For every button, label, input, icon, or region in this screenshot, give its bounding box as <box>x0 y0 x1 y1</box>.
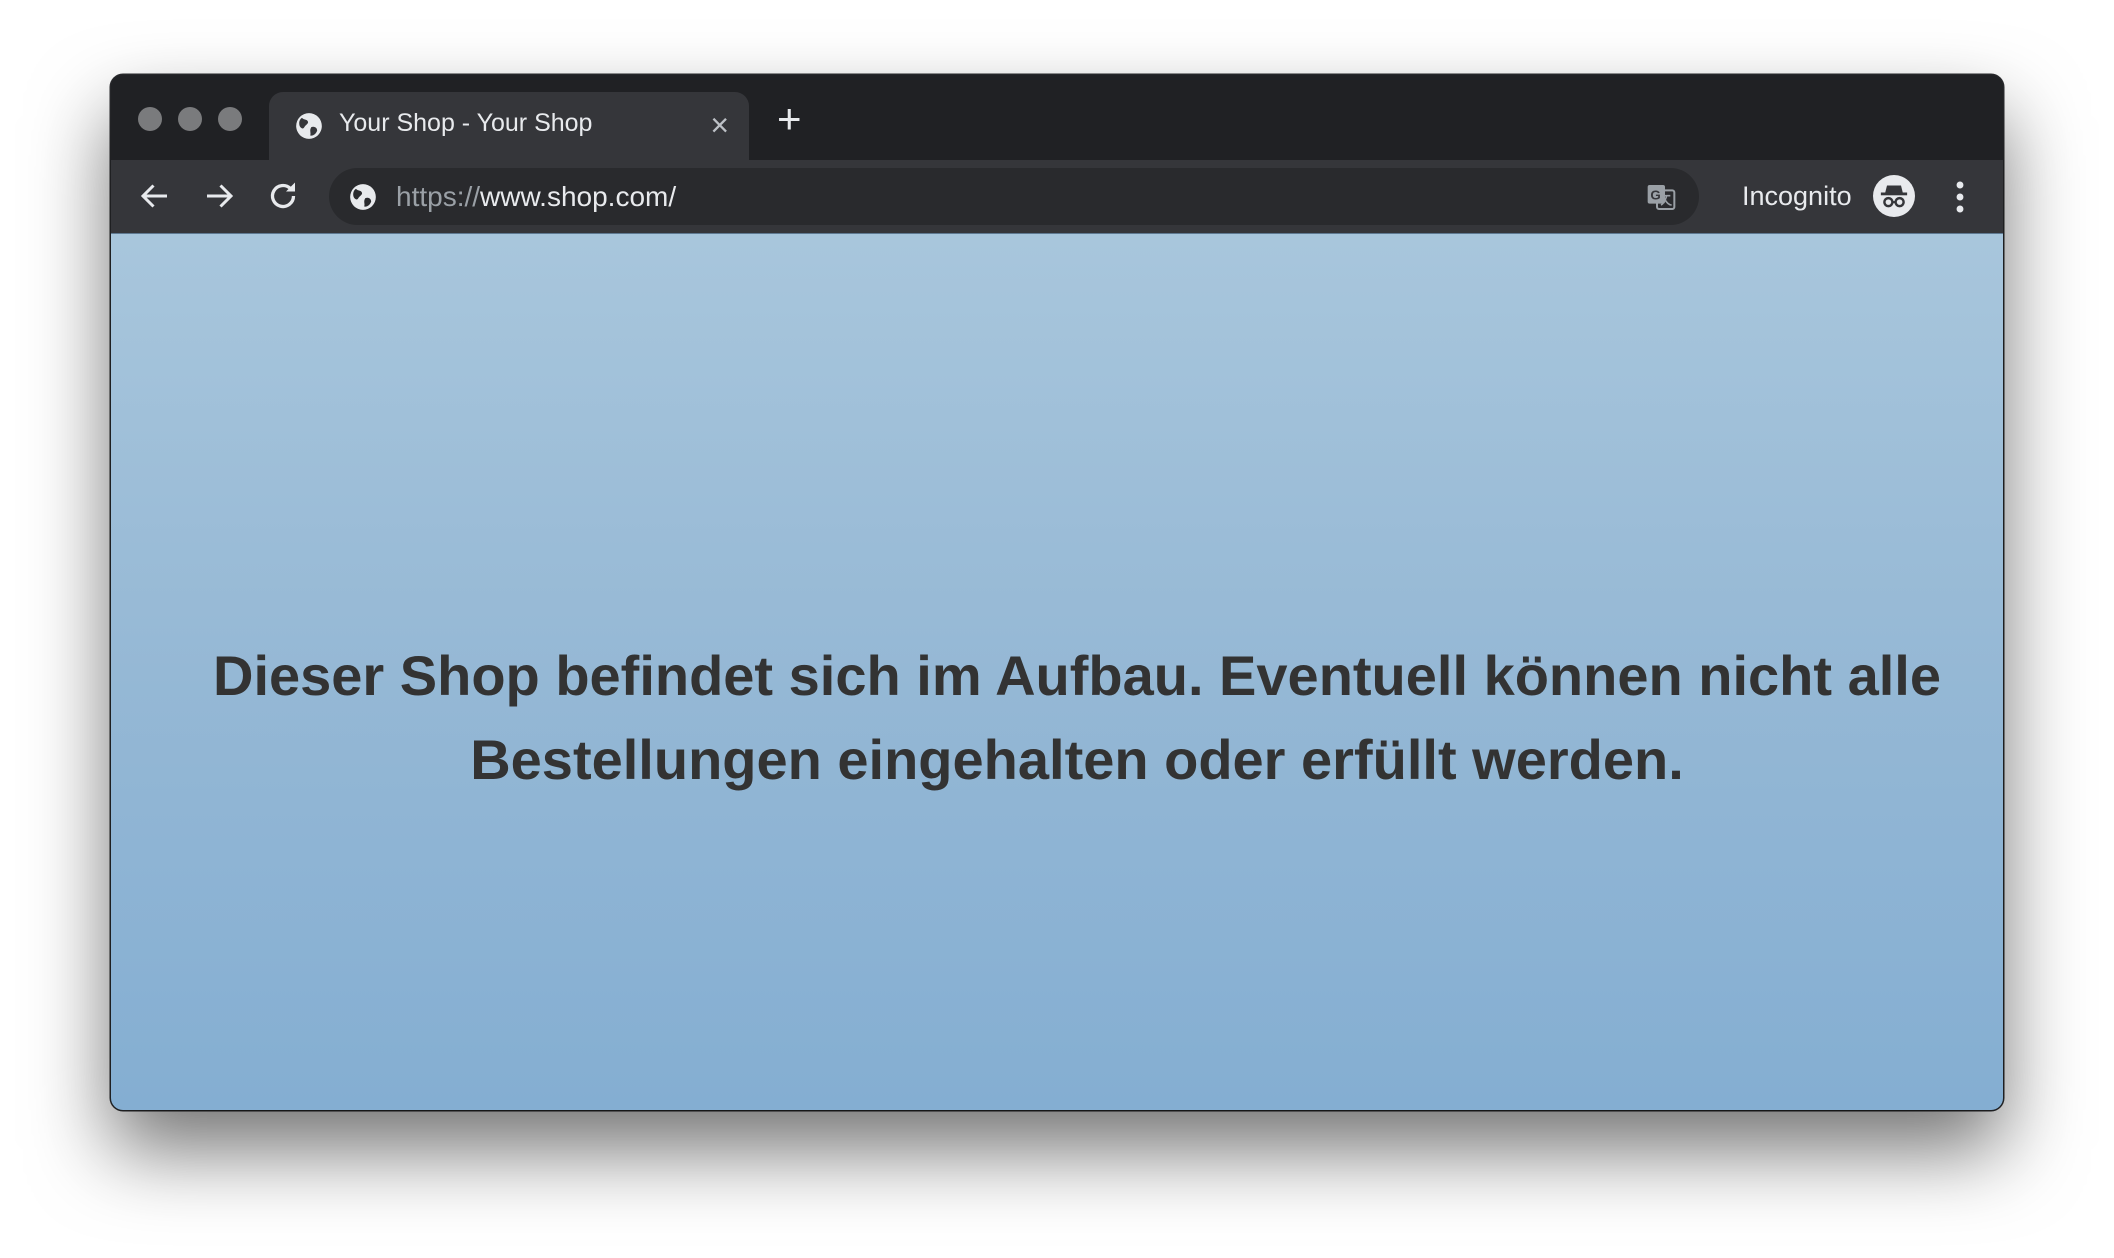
back-button[interactable] <box>137 178 173 214</box>
tab-close-icon[interactable]: × <box>710 105 729 145</box>
reload-button[interactable] <box>265 178 301 214</box>
url-text[interactable]: https://www.shop.com/ <box>396 181 676 213</box>
new-tab-button[interactable]: + <box>777 98 802 140</box>
svg-text:G: G <box>1650 188 1660 203</box>
browser-window: Your Shop - Your Shop × + https://www.sh… <box>111 75 2003 1110</box>
incognito-icon[interactable] <box>1873 175 1915 217</box>
page-content: Dieser Shop befindet sich im Aufbau. Eve… <box>111 233 2003 1110</box>
url-host: www.shop.com/ <box>480 181 677 212</box>
incognito-label[interactable]: Incognito <box>1742 181 1852 212</box>
address-bar[interactable]: https://www.shop.com/ G <box>329 168 1699 225</box>
site-info-icon[interactable] <box>349 183 377 211</box>
globe-icon <box>296 113 322 139</box>
window-zoom-button[interactable] <box>218 107 242 131</box>
translate-icon[interactable]: G <box>1645 181 1677 213</box>
toolbar: https://www.shop.com/ G Incognito <box>111 160 2003 233</box>
forward-button[interactable] <box>201 178 237 214</box>
window-minimize-button[interactable] <box>178 107 202 131</box>
window-close-button[interactable] <box>138 107 162 131</box>
construction-notice: Dieser Shop befindet sich im Aufbau. Eve… <box>213 644 1941 791</box>
tab-your-shop[interactable]: Your Shop - Your Shop × <box>269 92 749 160</box>
tab-strip: Your Shop - Your Shop × + <box>111 75 2003 160</box>
url-scheme: https:// <box>396 181 481 212</box>
tab-title: Your Shop - Your Shop <box>339 109 593 137</box>
more-vert-icon[interactable] <box>1950 179 1970 215</box>
